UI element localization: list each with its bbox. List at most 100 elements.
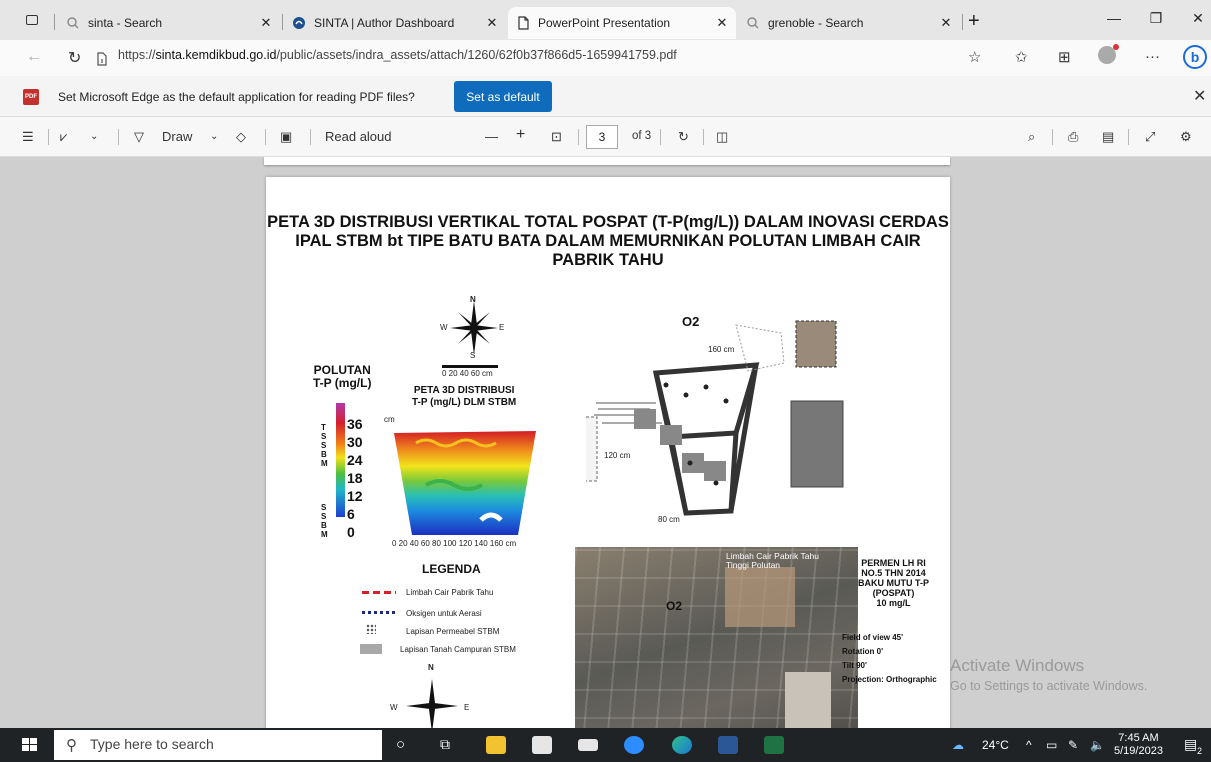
tab-title: SINTA | Author Dashboard xyxy=(314,16,455,30)
pdf-viewer[interactable]: PETA 3D DISTRIBUSI VERTIKAL TOTAL POSPAT… xyxy=(0,157,1211,728)
taskbar-search-input[interactable]: ⚲ Type here to search xyxy=(54,730,382,760)
profile-avatar[interactable] xyxy=(1098,44,1119,64)
tab-actions-icon[interactable] xyxy=(26,15,38,25)
file-explorer-icon[interactable] xyxy=(486,736,506,754)
close-infobar-icon[interactable]: ✕ xyxy=(1193,86,1206,106)
page-view-icon[interactable]: ◫ xyxy=(716,129,728,145)
pdf-icon: PDF xyxy=(23,89,39,105)
scale-bar xyxy=(442,365,498,368)
draw-label[interactable]: Draw xyxy=(162,129,192,144)
network-icon[interactable]: ▭ xyxy=(1046,738,1057,752)
zoom-in-icon[interactable]: + xyxy=(516,126,525,144)
watermark-title: Activate Windows xyxy=(950,656,1085,675)
set-as-default-button[interactable]: Set as default xyxy=(454,81,552,112)
url-field[interactable]: https://sinta.kemdikbud.go.id/public/ass… xyxy=(118,48,677,62)
weather-icon[interactable]: ☁ xyxy=(952,738,964,752)
divider xyxy=(282,14,283,30)
fit-width-icon[interactable]: ⊡ xyxy=(551,129,562,145)
chevron-down-icon[interactable]: ⌄ xyxy=(90,131,98,142)
tab-sinta-search[interactable]: sinta - Search ✕ xyxy=(58,7,280,39)
contents-icon[interactable]: ☰ xyxy=(22,129,34,145)
text-box-icon[interactable]: ▣ xyxy=(280,129,292,145)
settings-gear-icon[interactable]: ⚙ xyxy=(1180,129,1192,145)
mail-icon[interactable] xyxy=(578,739,598,751)
compass-rose-icon xyxy=(406,679,458,728)
excel-icon[interactable] xyxy=(764,736,784,754)
read-aloud-a-icon[interactable]: ☆ xyxy=(968,48,981,66)
x-axis-ticks: 0 20 40 60 80 100 120 140 160 cm xyxy=(392,539,517,548)
ssbm-bottom-label: S S B M xyxy=(321,503,328,539)
notification-icon[interactable]: ▤ xyxy=(1184,736,1197,753)
zoom-icon[interactable] xyxy=(624,736,644,754)
new-tab-icon[interactable]: + xyxy=(968,10,980,33)
divider xyxy=(310,129,311,145)
page-number-input[interactable]: 3 xyxy=(586,125,618,149)
legend-label: Lapisan Permeabel STBM xyxy=(406,627,500,636)
more-icon[interactable]: ··· xyxy=(1145,48,1160,65)
sinta-icon xyxy=(293,17,305,29)
collections-icon[interactable]: ⊞ xyxy=(1058,48,1071,66)
pen-icon[interactable]: ✎ xyxy=(1068,738,1078,752)
view-info-label: Field of view 45' Rotation 0' Tilt 90' P… xyxy=(842,633,937,684)
document-info-icon[interactable] xyxy=(96,52,108,66)
rotate-icon[interactable]: ↻ xyxy=(678,129,689,145)
minimize-icon[interactable]: — xyxy=(1104,10,1124,26)
refresh-icon[interactable]: ↻ xyxy=(68,48,81,68)
tab-powerpoint-presentation[interactable]: PowerPoint Presentation ✕ xyxy=(508,7,736,39)
dim-120-label: 120 cm xyxy=(604,451,631,460)
address-bar-row: ← ↻ https://sinta.kemdikbud.go.id/public… xyxy=(0,40,1211,76)
close-tab-icon[interactable]: ✕ xyxy=(260,15,272,31)
colorbar-value: 0 xyxy=(347,524,355,540)
close-tab-icon[interactable]: ✕ xyxy=(940,15,952,31)
tab-sinta-dashboard[interactable]: SINTA | Author Dashboard ✕ xyxy=(284,7,506,39)
divider xyxy=(578,129,579,145)
bing-chat-icon[interactable]: b xyxy=(1183,45,1207,69)
restore-icon[interactable]: ❐ xyxy=(1146,10,1166,27)
compass-w-label: W xyxy=(440,323,448,332)
show-hidden-icons-icon[interactable]: ^ xyxy=(1026,738,1032,752)
draw-icon[interactable]: ▽ xyxy=(134,129,144,145)
zoom-out-icon[interactable]: — xyxy=(485,129,498,144)
print-icon[interactable]: ⎙ xyxy=(1068,129,1078,145)
word-icon[interactable] xyxy=(718,736,738,754)
read-aloud-button[interactable]: Read aloud xyxy=(325,129,392,144)
tab-grenoble-search[interactable]: grenoble - Search ✕ xyxy=(738,7,960,39)
legend-label: Limbah Cair Pabrik Tahu xyxy=(406,588,494,597)
tab-title: PowerPoint Presentation xyxy=(538,16,671,30)
weather-temp[interactable]: 24°C xyxy=(982,738,1009,752)
back-icon[interactable]: ← xyxy=(26,48,42,66)
tab-title: sinta - Search xyxy=(88,16,163,30)
permen-label: PERMEN LH RI NO.5 THN 2014 BAKU MUTU T-P… xyxy=(858,558,929,608)
find-icon[interactable]: ⌕ xyxy=(1028,129,1035,145)
task-view-icon[interactable]: ⧉ xyxy=(440,736,450,753)
infobar-message: Set Microsoft Edge as the default applic… xyxy=(58,90,415,104)
eraser-icon[interactable]: ◇ xyxy=(236,129,246,145)
expand-icon[interactable]: ⤢ xyxy=(1145,129,1155,145)
chevron-down-icon[interactable]: ⌄ xyxy=(210,131,218,142)
legend-label: Lapisan Tanah Campuran STBM xyxy=(400,645,516,654)
depth-unit-label: cm xyxy=(384,415,395,424)
clock[interactable]: 7:45 AM 5/19/2023 xyxy=(1114,732,1163,758)
divider xyxy=(962,14,963,30)
volume-icon[interactable]: 🔈 xyxy=(1090,738,1105,752)
search-icon: ⚲ xyxy=(66,737,77,754)
legend-soil-swatch xyxy=(360,644,382,654)
photo-bag xyxy=(785,672,831,728)
start-button[interactable] xyxy=(22,738,38,752)
compass-n-label: N xyxy=(470,295,476,304)
close-tab-icon[interactable]: ✕ xyxy=(716,15,728,31)
save-icon[interactable]: ▤ xyxy=(1102,129,1114,145)
close-tab-icon[interactable]: ✕ xyxy=(486,15,498,31)
store-icon[interactable] xyxy=(532,736,552,754)
document-icon xyxy=(518,16,529,30)
favorites-icon[interactable]: ✩ xyxy=(1015,48,1028,66)
polutan-label: POLUTAN T-P (mg/L) xyxy=(313,363,372,390)
tab-strip: sinta - Search ✕ SINTA | Author Dashboar… xyxy=(0,0,1211,40)
divider xyxy=(118,129,119,145)
previous-page-edge xyxy=(264,157,950,165)
close-window-icon[interactable]: ✕ xyxy=(1188,10,1208,27)
edge-icon[interactable] xyxy=(672,736,692,754)
divider xyxy=(48,129,49,145)
cortana-icon[interactable]: ○ xyxy=(396,736,405,753)
highlight-icon[interactable]: ⩗ xyxy=(60,129,67,145)
